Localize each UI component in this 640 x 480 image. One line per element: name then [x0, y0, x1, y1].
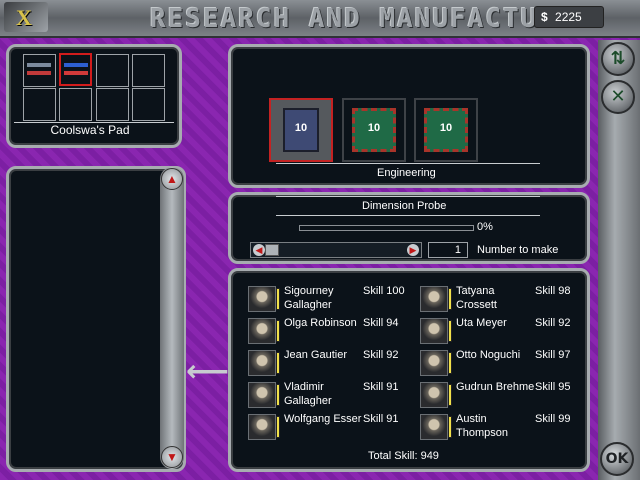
move-left-arrow-icon[interactable]: ⟵: [186, 357, 229, 387]
screen-title: RESEARCH AND MANUFACTURE: [150, 4, 574, 34]
skill-meter: [448, 416, 452, 438]
divider: [276, 196, 540, 197]
slider-right-icon[interactable]: ▶: [407, 244, 419, 256]
ok-button[interactable]: OK: [600, 442, 634, 476]
portrait: [420, 318, 448, 344]
quantity-slider[interactable]: ◀ ▶: [250, 242, 422, 258]
category-label: Engineering: [377, 167, 436, 179]
skill-meter: [448, 384, 452, 406]
divider: [276, 163, 540, 164]
progress-bar: [299, 225, 474, 231]
portrait: [420, 286, 448, 312]
skill-meter: [448, 288, 452, 310]
cross-x-icon[interactable]: ✕: [601, 80, 635, 114]
project-count: 10: [294, 122, 308, 134]
portrait: [420, 414, 448, 440]
skill-meter: [276, 288, 280, 310]
project-count: 10: [367, 122, 381, 134]
project-chip-2[interactable]: 10: [414, 98, 478, 162]
staff-name: Uta Meyer: [456, 317, 507, 329]
slider-left-icon[interactable]: ◀: [253, 244, 265, 256]
divider: [276, 215, 540, 216]
skill-meter: [276, 352, 280, 374]
skill-meter: [276, 384, 280, 406]
logo-letter: X: [16, 5, 32, 30]
pad-name-label: Coolswa's Pad: [50, 123, 130, 137]
staff-skill: Skill 98: [535, 285, 571, 297]
craft-slot-8[interactable]: [132, 88, 165, 121]
craft-thumbnail-red: [27, 71, 51, 75]
staff-skill: Skill 99: [535, 413, 571, 425]
skill-meter: [448, 352, 452, 374]
portrait: [248, 414, 276, 440]
craft-slot-3[interactable]: [96, 54, 129, 87]
portrait: [248, 350, 276, 376]
portrait: [248, 318, 276, 344]
queue-scrollbar[interactable]: [160, 167, 184, 469]
slider-thumb[interactable]: [265, 244, 279, 256]
swap-arrows-icon[interactable]: ⇅: [601, 42, 635, 76]
staff-name: Jean Gautier: [284, 349, 347, 361]
craft-slot-5[interactable]: [23, 88, 56, 121]
game-logo: X: [4, 2, 48, 32]
game-screen: X RESEARCH AND MANUFACTURE $ 2225 ⇅ ✕ Co…: [0, 0, 640, 480]
header-bar: X RESEARCH AND MANUFACTURE $ 2225: [0, 0, 640, 38]
quantity-field[interactable]: 1: [428, 242, 468, 258]
skill-meter: [448, 320, 452, 342]
portrait: [420, 350, 448, 376]
staff-skill: Skill 95: [535, 381, 571, 393]
staff-name: Austin Thompson: [456, 413, 508, 439]
project-name: Dimension Probe: [362, 200, 447, 212]
craft-slot-2[interactable]: [59, 53, 92, 86]
skill-meter: [276, 416, 280, 438]
total-skill: Total Skill: 949: [368, 450, 439, 462]
portrait: [420, 382, 448, 408]
staff-name: Olga Robinson: [284, 317, 357, 329]
craft-slot-7[interactable]: [96, 88, 129, 121]
staff-skill: Skill 92: [535, 317, 571, 329]
project-count: 10: [439, 122, 453, 134]
craft-thumbnail-blue: [64, 63, 88, 67]
scroll-down-button[interactable]: ▼: [161, 446, 183, 468]
staff-name: Otto Noguchi: [456, 349, 521, 361]
staff-skill: Skill 91: [363, 413, 399, 425]
craft-slot-1[interactable]: [23, 54, 56, 87]
staff-name: Gudrun Brehme: [456, 381, 535, 393]
staff-skill: Skill 91: [363, 381, 399, 393]
funds-display: $ 2225: [534, 6, 604, 28]
funds-value: 2225: [555, 10, 582, 24]
skill-meter: [276, 320, 280, 342]
craft-slot-4[interactable]: [132, 54, 165, 87]
scroll-up-button[interactable]: ▲: [161, 168, 183, 190]
craft-slot-6[interactable]: [59, 88, 92, 121]
progress-percent: 0%: [477, 221, 493, 233]
staff-skill: Skill 92: [363, 349, 399, 361]
project-rig[interactable]: 10: [269, 98, 333, 162]
staff-skill: Skill 94: [363, 317, 399, 329]
staff-skill: Skill 100: [363, 285, 405, 297]
quantity-label: Number to make: [477, 244, 559, 256]
staff-name: Sigourney Gallagher: [284, 285, 334, 311]
staff-name: Wolfgang Esser: [284, 413, 362, 425]
craft-thumbnail-gray: [27, 63, 51, 67]
money-icon: $: [541, 10, 548, 24]
staff-skill: Skill 97: [535, 349, 571, 361]
queue-panel: [6, 166, 186, 472]
portrait: [248, 382, 276, 408]
staff-name: Tatyana Crossett: [456, 285, 497, 311]
craft-thumbnail-red: [64, 71, 88, 75]
portrait: [248, 286, 276, 312]
staff-name: Vladimir Gallagher: [284, 381, 332, 407]
project-chip-1[interactable]: 10: [342, 98, 406, 162]
